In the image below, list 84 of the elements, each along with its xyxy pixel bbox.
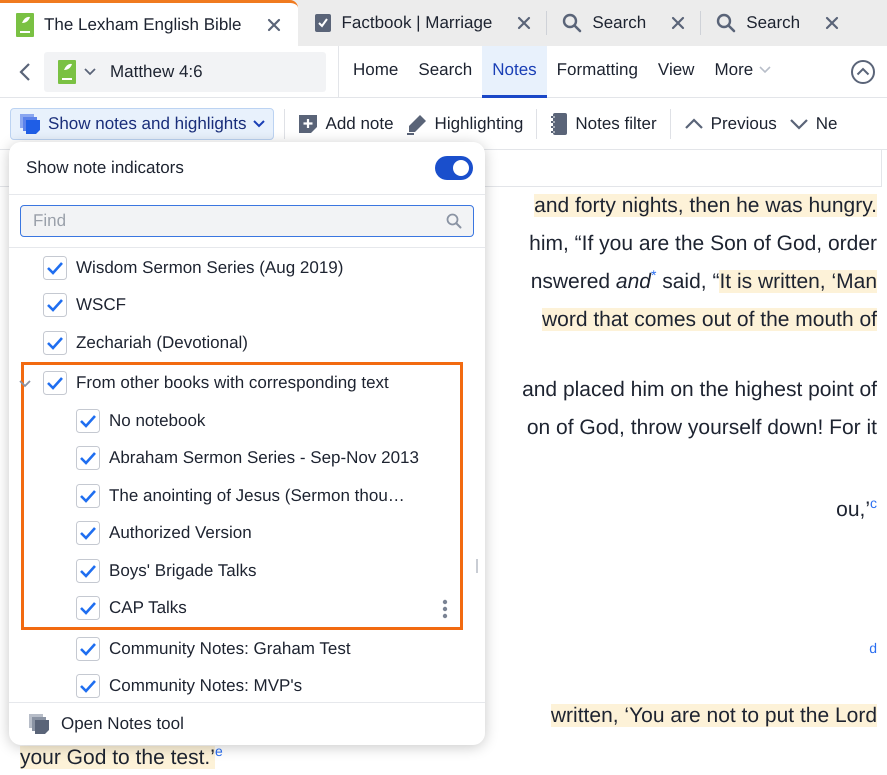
close-icon [266, 18, 281, 32]
search-icon [562, 13, 582, 33]
scripture-text: written, ‘You are not to put the Lord [550, 703, 877, 729]
checkbox[interactable] [76, 446, 100, 470]
chevron-down-icon [788, 118, 809, 130]
add-note-button[interactable]: Add note [295, 108, 397, 140]
checkbox[interactable] [76, 636, 100, 661]
book-icon [58, 60, 76, 84]
checkbox[interactable] [76, 408, 100, 433]
menu-tab[interactable]: View [648, 46, 704, 98]
scripture-text: nswered and$^{*}$ said, “It is written, ‘Man [530, 266, 877, 295]
notes-stack-icon [28, 713, 50, 735]
scripture-text: him, “If you are the Son of God, order [529, 231, 877, 257]
checkbox[interactable] [43, 293, 67, 318]
menu-tab[interactable]: Notes [482, 46, 547, 98]
next-button[interactable]: Ne [786, 108, 841, 140]
document-tab[interactable]: The Lexham English Bible [0, 0, 298, 46]
scripture-text: and placed him on the highest point of [522, 377, 877, 403]
checkbox[interactable] [76, 484, 100, 508]
highlighting-button[interactable]: Highlighting [402, 108, 526, 140]
search-icon [446, 213, 462, 229]
toggle-switch[interactable] [435, 156, 473, 180]
document-tab[interactable]: Factbook | Marriage [298, 0, 546, 46]
checkbox[interactable] [76, 674, 100, 698]
previous-button[interactable]: Previous [680, 108, 780, 140]
notebook-label: Boys' Brigade Talks [109, 560, 257, 581]
tab-label: The Lexham English Bible [44, 14, 242, 34]
chevron-up-icon [684, 118, 704, 130]
caret-icon [84, 68, 96, 76]
add-note-icon [298, 114, 318, 134]
notebook-label: CAP Talks [109, 598, 187, 618]
checkbox[interactable] [76, 558, 100, 583]
collapse-button[interactable] [850, 58, 876, 84]
notes-filter-button[interactable]: Notes filter [547, 108, 660, 140]
checkbox[interactable] [76, 596, 100, 620]
menu-tab[interactable]: Formatting [546, 46, 648, 98]
notebook-label: Wisdom Sermon Series (Aug 2019) [76, 258, 344, 278]
notes-stack-icon [19, 112, 41, 134]
menu-tab[interactable]: Search [408, 46, 482, 98]
close-icon [825, 16, 840, 30]
checkbox[interactable] [43, 256, 67, 280]
notebook-label: WSCF [76, 295, 126, 316]
scripture-text: on of God, throw yourself down! For it [526, 415, 877, 441]
notebook-label: Community Notes: MVP's [109, 676, 302, 696]
tab-label: Factbook | Marriage [342, 13, 492, 33]
menu-tab[interactable]: Home [343, 46, 408, 98]
reference-field[interactable]: Matthew 4:6 [44, 52, 326, 92]
notebook-label: No notebook [109, 410, 206, 431]
reference-text: Matthew 4:6 [110, 62, 203, 82]
search-icon [716, 13, 736, 33]
tab-label: Search [746, 13, 800, 33]
back-chevron-icon [19, 62, 31, 82]
menu-tab[interactable]: More [704, 46, 782, 98]
notebook-label: Authorized Version [109, 523, 252, 544]
tab-label: Search [592, 13, 646, 33]
scripture-text: d [869, 639, 877, 658]
toggle-label: Show note indicators [26, 158, 184, 178]
pen-icon [406, 112, 428, 134]
document-tab[interactable]: Search [700, 0, 854, 46]
find-field[interactable]: Find [20, 205, 474, 237]
notes-highlights-dropdown[interactable]: Show notes and highlights [10, 108, 274, 140]
checkbox[interactable] [43, 330, 67, 355]
close-icon [517, 16, 532, 30]
scripture-text: ou,’$^{c}$ [836, 494, 877, 523]
notebook-label: Zechariah (Devotional) [76, 332, 248, 353]
open-notes-tool-button[interactable]: Open Notes tool [9, 702, 485, 745]
more-icon[interactable] [442, 598, 448, 618]
collapse-icon [850, 58, 876, 84]
scripture-text: word that comes out of the mouth of [542, 307, 877, 333]
scrollbar[interactable] [476, 559, 478, 573]
expand-chevron-icon[interactable] [19, 380, 31, 388]
notebook-label: The anointing of Jesus (Sermon thou… [109, 486, 405, 506]
notebook-label: From other books with corresponding text [76, 373, 389, 394]
caret-icon [253, 120, 266, 128]
scripture-text: and forty nights, then he was hungry. [534, 193, 877, 219]
notebook-label: Community Notes: Graham Test [109, 638, 351, 659]
notebook-label: Abraham Sermon Series - Sep-Nov 2013 [109, 448, 419, 468]
document-tab[interactable]: Search [546, 0, 700, 46]
close-icon [671, 16, 686, 30]
checkbox[interactable] [43, 371, 67, 396]
notebook-icon [550, 112, 568, 136]
book-icon [16, 12, 34, 36]
checklist-book-icon [314, 13, 332, 33]
checkbox[interactable] [76, 521, 100, 546]
